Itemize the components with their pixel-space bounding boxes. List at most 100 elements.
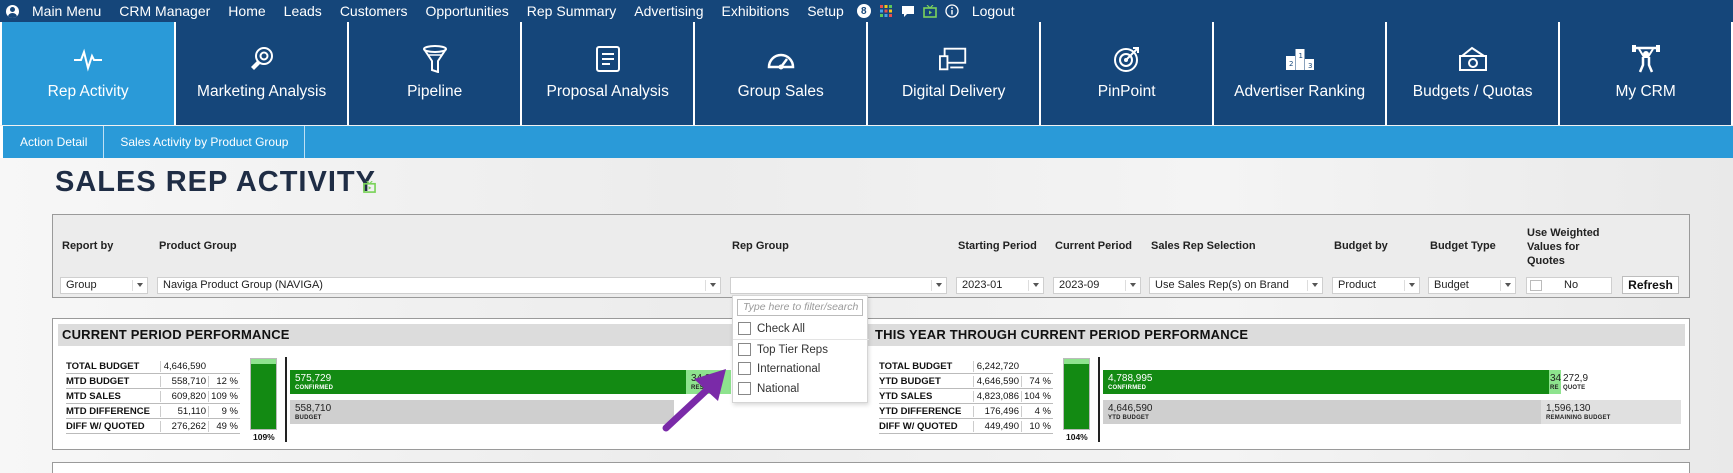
reserved-bar: 34 RE bbox=[1549, 370, 1561, 394]
rep-group-option[interactable]: International bbox=[738, 362, 820, 375]
menu-logout[interactable]: Logout bbox=[963, 3, 1024, 19]
checkbox[interactable] bbox=[738, 362, 751, 375]
menu-home[interactable]: Home bbox=[219, 3, 274, 19]
refresh-button[interactable]: Refresh bbox=[1622, 276, 1679, 294]
rep-group-search-input[interactable]: Type here to filter/search bbox=[737, 299, 863, 316]
report-by-select[interactable]: Group bbox=[60, 277, 148, 294]
product-group-select[interactable]: Naviga Product Group (NAVIGA) bbox=[157, 277, 721, 294]
menu-rep-summary[interactable]: Rep Summary bbox=[518, 3, 625, 19]
tile-pipeline[interactable]: Pipeline bbox=[349, 22, 521, 125]
ytd-period-gauge bbox=[1063, 358, 1090, 430]
rep-group-select[interactable] bbox=[730, 277, 947, 294]
dropdown-divider bbox=[733, 339, 869, 340]
stat-label: DIFF W/ QUOTED bbox=[879, 420, 958, 432]
bottom-panel bbox=[52, 462, 1690, 473]
tile-marketing-analysis[interactable]: Marketing Analysis bbox=[176, 22, 348, 125]
stat-value: 276,262 bbox=[160, 420, 208, 432]
rep-group-option[interactable]: National bbox=[738, 382, 799, 395]
menu-setup[interactable]: Setup bbox=[798, 3, 853, 19]
tile-digital-delivery[interactable]: Digital Delivery bbox=[868, 22, 1040, 125]
tile-label: Pipeline bbox=[407, 83, 463, 100]
tile-group-sales[interactable]: Group Sales bbox=[695, 22, 867, 125]
chevron-down-icon bbox=[936, 283, 942, 287]
tile-advertiser-ranking[interactable]: 213 Advertiser Ranking bbox=[1214, 22, 1386, 125]
rep-group-option[interactable]: Top Tier Reps bbox=[738, 343, 828, 356]
stat-percent: 9 % bbox=[208, 405, 240, 417]
tile-label: My CRM bbox=[1615, 83, 1676, 100]
chat-icon[interactable] bbox=[897, 5, 919, 18]
menu-leads[interactable]: Leads bbox=[275, 3, 331, 19]
activity-icon bbox=[73, 44, 103, 74]
stat-row: MTD SALES 609,820 109 % bbox=[66, 389, 240, 404]
tile-my-crm[interactable]: My CRM bbox=[1560, 22, 1732, 125]
option-label: Check All bbox=[757, 322, 805, 335]
stat-label: YTD BUDGET bbox=[879, 375, 941, 387]
stat-label: MTD SALES bbox=[66, 390, 121, 402]
notification-count: 8 bbox=[856, 4, 871, 18]
tile-budgets-quotas[interactable]: Budgets / Quotas bbox=[1387, 22, 1559, 125]
stat-value: 51,110 bbox=[160, 405, 208, 417]
tile-rep-activity[interactable]: Rep Activity bbox=[2, 22, 175, 125]
user-icon[interactable] bbox=[6, 4, 19, 18]
chevron-down-icon bbox=[1312, 283, 1318, 287]
tab-action-detail[interactable]: Action Detail bbox=[0, 126, 105, 158]
menu-opportunities[interactable]: Opportunities bbox=[417, 3, 518, 19]
gauge-icon bbox=[766, 44, 796, 74]
check-all-option[interactable]: Check All bbox=[738, 322, 805, 335]
svg-text:1: 1 bbox=[1298, 52, 1302, 60]
sales-rep-selection-select[interactable]: Use Sales Rep(s) on Brand bbox=[1149, 277, 1323, 294]
budget-type-select[interactable]: Budget bbox=[1428, 277, 1516, 294]
grid-icon[interactable] bbox=[875, 5, 897, 17]
budget-by-select[interactable]: Product bbox=[1332, 277, 1420, 294]
menu-advertising[interactable]: Advertising bbox=[625, 3, 712, 19]
checkbox[interactable] bbox=[738, 382, 751, 395]
stat-row: MTD DIFFERENCE 51,110 9 % bbox=[66, 404, 240, 419]
gauge-fill bbox=[251, 359, 276, 429]
tv-icon[interactable] bbox=[919, 4, 941, 18]
checkbox[interactable] bbox=[738, 343, 751, 356]
stat-label: YTD SALES bbox=[879, 390, 933, 402]
menu-exhibitions[interactable]: Exhibitions bbox=[713, 3, 799, 19]
badge-icon[interactable]: 8 bbox=[853, 4, 875, 18]
product-group-value: Naviga Product Group (NAVIGA) bbox=[163, 279, 323, 291]
starting-period-select[interactable]: 2023-01 bbox=[956, 277, 1044, 294]
chevron-down-icon bbox=[1409, 283, 1415, 287]
current-period-select[interactable]: 2023-09 bbox=[1053, 277, 1141, 294]
top-menu-bar: Main Menu CRM Manager Home Leads Custome… bbox=[0, 0, 1733, 22]
chart-divider bbox=[1098, 357, 1100, 442]
reserved-value: 34 bbox=[1550, 373, 1561, 384]
confirmed-label: CONFIRMED bbox=[295, 385, 334, 391]
checkbox[interactable] bbox=[738, 322, 751, 335]
menu-customers[interactable]: Customers bbox=[331, 3, 417, 19]
weightlifter-icon bbox=[1631, 44, 1661, 74]
tile-proposal-analysis[interactable]: Proposal Analysis bbox=[522, 22, 694, 125]
module-tiles: Rep Activity Marketing Analysis Pipeline… bbox=[0, 22, 1733, 125]
weighted-checkbox[interactable] bbox=[1530, 280, 1542, 291]
budget-label: BUDGET bbox=[295, 415, 322, 421]
stat-percent: 12 % bbox=[208, 375, 240, 387]
chevron-down-icon bbox=[1130, 283, 1136, 287]
tile-label: Marketing Analysis bbox=[197, 83, 327, 100]
pointer-arrow-icon bbox=[662, 369, 726, 432]
tab-sales-activity-by-product-group[interactable]: Sales Activity by Product Group bbox=[104, 126, 306, 158]
stat-row: TOTAL BUDGET 6,242,720 bbox=[879, 359, 1053, 374]
menu-main-menu[interactable]: Main Menu bbox=[23, 3, 110, 19]
stat-value: 4,646,590 bbox=[973, 375, 1021, 387]
remaining-value: 1,596,130 bbox=[1546, 403, 1591, 414]
budget-value: 558,710 bbox=[295, 403, 332, 414]
gauge-fill bbox=[1064, 359, 1089, 429]
ytd-period-stats: TOTAL BUDGET 6,242,720 YTD BUDGET 4,646,59… bbox=[879, 359, 1053, 434]
tile-label: PinPoint bbox=[1097, 83, 1156, 100]
chevron-down-icon bbox=[710, 283, 716, 287]
remaining-budget-bar: 1,596,130 REMAINING BUDGET bbox=[1541, 400, 1681, 424]
devices-icon bbox=[938, 44, 969, 74]
stat-percent: 49 % bbox=[208, 420, 240, 432]
info-icon[interactable] bbox=[941, 4, 963, 18]
bullseye-icon bbox=[1112, 44, 1142, 74]
confirmed-value: 575,729 bbox=[295, 373, 332, 384]
menu-crm-manager[interactable]: CRM Manager bbox=[110, 3, 219, 19]
tile-pinpoint[interactable]: PinPoint bbox=[1041, 22, 1213, 125]
podium-icon: 213 bbox=[1285, 44, 1315, 74]
tv-icon[interactable] bbox=[363, 181, 376, 193]
weighted-values-toggle[interactable]: No bbox=[1526, 277, 1612, 294]
